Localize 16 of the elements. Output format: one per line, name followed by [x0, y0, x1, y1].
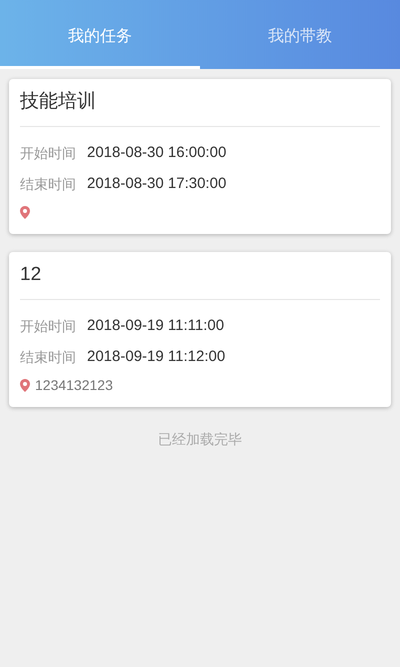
task-card[interactable]: 技能培训 开始时间 2018-08-30 16:00:00 结束时间 2018-08-30 17:30:00 — [9, 79, 391, 234]
end-time: 2018-08-30 17:30:00 — [87, 174, 226, 194]
load-complete-text: 已经加载完毕 — [158, 430, 242, 449]
task-title: 12 — [20, 263, 42, 288]
start-time: 2018-09-19 11:11:00 — [87, 316, 224, 336]
start-label: 开始时间 — [20, 144, 77, 163]
location-pin-icon — [20, 206, 30, 218]
location-text: 1234132123 — [35, 376, 113, 394]
start-time: 2018-08-30 16:00:00 — [87, 143, 226, 164]
location-pin-icon — [20, 378, 30, 392]
end-time: 2018-09-19 11:12:00 — [87, 347, 226, 368]
task-title: 技能培训 — [20, 90, 96, 114]
task-card[interactable]: 12 开始时间 2018-09-19 11:11:00 结束时间 2018-09-19 11:12:00 1234132123 — [9, 252, 391, 407]
end-label: 结束时间 — [20, 348, 77, 367]
end-label: 结束时间 — [20, 175, 77, 194]
start-label: 开始时间 — [20, 317, 77, 336]
